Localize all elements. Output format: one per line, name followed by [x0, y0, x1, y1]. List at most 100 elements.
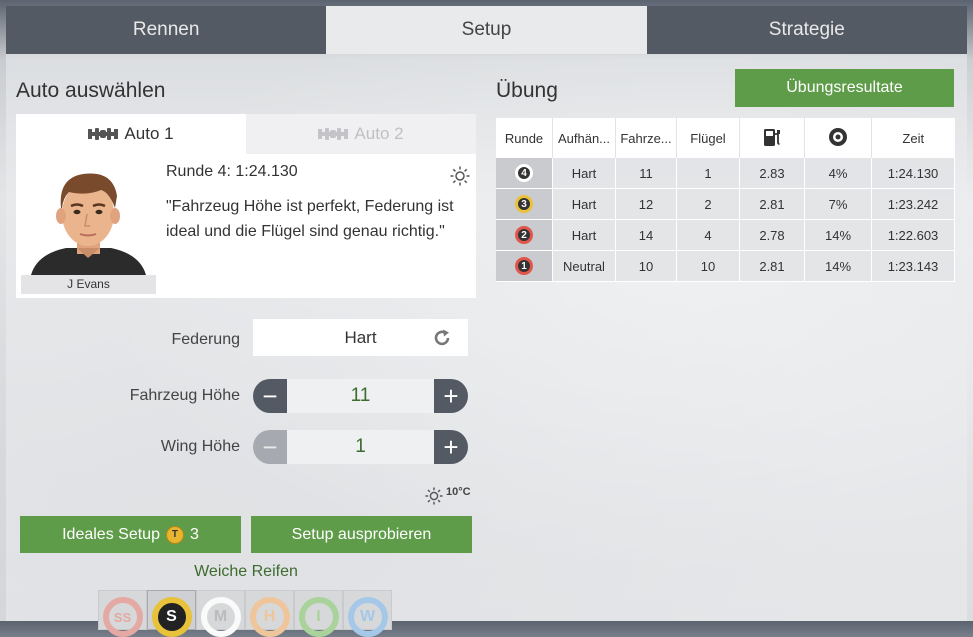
car-tab-label: Auto 1 — [124, 124, 174, 143]
suspension-cell: Hart — [552, 188, 616, 220]
ride-height-stepper: − 11 + — [253, 379, 468, 413]
fuel-cell: 2.83 — [739, 158, 805, 189]
tyre-i-button[interactable]: I — [294, 590, 343, 637]
tyre-s-icon: S — [151, 597, 192, 637]
wear-cell: 7% — [804, 188, 872, 220]
table-row: 1 Neutral 10 10 2.81 14% 1:23.143 — [496, 250, 955, 282]
wing-height-minus-button[interactable]: − — [253, 430, 287, 464]
tyre-h-button[interactable]: H — [245, 590, 294, 637]
sun-icon — [425, 487, 443, 505]
weather-indicator: 10°C — [425, 486, 471, 505]
tyre-s-button[interactable]: S — [147, 590, 196, 637]
token-icon: T — [165, 525, 184, 544]
lap-badge: 2 — [515, 226, 533, 244]
wing-height-stepper: − 1 + — [253, 430, 468, 464]
tab-car-1[interactable]: Auto 1 — [16, 114, 246, 154]
ride-height-value: 11 — [287, 379, 434, 413]
lap-badge: 3 — [515, 195, 533, 213]
wing-cell: 2 — [676, 188, 740, 220]
lap-badge: 4 — [515, 164, 533, 182]
time-cell: 1:24.130 — [871, 158, 955, 189]
table-row: 4 Hart 11 1 2.83 4% 1:24.130 — [496, 158, 955, 189]
driver-avatar — [21, 162, 156, 275]
col-ride-height: Fahrze... — [615, 118, 677, 158]
tyre-wear-icon — [829, 127, 847, 146]
ride-height-minus-button[interactable]: − — [253, 379, 287, 413]
wear-cell: 14% — [804, 219, 872, 251]
wing-height-label: Wing Höhe — [160, 438, 240, 455]
suspension-cell: Hart — [552, 158, 616, 189]
ideal-setup-button[interactable]: Ideales Setup T 3 — [20, 516, 241, 553]
tyre-w-button[interactable]: W — [343, 590, 392, 637]
fuel-cell: 2.81 — [739, 250, 805, 282]
ride-height-label: Fahrzeug Höhe — [129, 387, 240, 404]
table-row: 2 Hart 14 4 2.78 14% 1:22.603 — [496, 219, 955, 251]
tyre-m-icon: M — [200, 597, 241, 637]
suspension-label: Federung — [171, 331, 241, 348]
lap-cell: 2 — [496, 219, 553, 251]
ride-height-cell: 14 — [615, 219, 677, 251]
sun-icon — [450, 166, 470, 186]
wing-cell: 4 — [676, 219, 740, 251]
top-tabs: Rennen Setup Strategie — [6, 6, 967, 54]
tyre-w-icon: W — [347, 597, 388, 637]
lap-cell: 1 — [496, 250, 553, 282]
time-cell: 1:22.603 — [871, 219, 955, 251]
suspension-cell: Hart — [552, 219, 616, 251]
col-fuel — [739, 118, 805, 158]
ideal-setup-label: Ideales Setup — [62, 525, 160, 543]
ride-height-plus-button[interactable]: + — [434, 379, 468, 413]
car-tabs: Auto 1 Auto 2 — [16, 114, 476, 154]
tab-setup[interactable]: Setup — [326, 6, 647, 54]
tab-strategie[interactable]: Strategie — [646, 6, 967, 54]
tyre-label: Weiche Reifen — [194, 563, 298, 580]
suspension-selector[interactable]: Hart — [253, 319, 468, 356]
col-time: Zeit — [871, 118, 955, 158]
table-row: 3 Hart 12 2 2.81 7% 1:23.242 — [496, 188, 955, 220]
wing-height-value: 1 — [287, 430, 434, 464]
driver-name: J Evans — [21, 275, 156, 294]
ride-height-cell: 11 — [615, 158, 677, 189]
ideal-setup-cost: 3 — [189, 525, 199, 543]
wing-height-plus-button[interactable]: + — [434, 430, 468, 464]
driver-card: J Evans Runde 4: 1:24.130 "Fahrzeug Höhe… — [16, 154, 476, 298]
suspension-cell: Neutral — [552, 250, 616, 282]
time-cell: 1:23.143 — [871, 250, 955, 282]
lap-cell: 4 — [496, 158, 553, 189]
ride-height-cell: 12 — [615, 188, 677, 220]
car-tab-label: Auto 2 — [354, 124, 404, 143]
car-icon — [318, 128, 349, 140]
fuel-icon — [764, 128, 780, 146]
practice-results-button[interactable]: Übungsresultate — [735, 69, 954, 107]
practice-heading: Übung — [496, 79, 558, 102]
fuel-cell: 2.81 — [739, 188, 805, 220]
driver-lap-info: Runde 4: 1:24.130 — [166, 163, 298, 180]
col-wing: Flügel — [676, 118, 740, 158]
tyre-ss-icon: SS — [102, 597, 143, 637]
suspension-value: Hart — [344, 327, 377, 347]
cycle-icon[interactable] — [432, 328, 452, 348]
try-setup-button[interactable]: Setup ausprobieren — [251, 516, 472, 553]
tyre-i-icon: I — [298, 597, 339, 637]
wear-cell: 4% — [804, 158, 872, 189]
tab-car-2[interactable]: Auto 2 — [246, 114, 476, 154]
col-lap: Runde — [496, 118, 553, 158]
fuel-cell: 2.78 — [739, 219, 805, 251]
tyre-selector: SS S M H I W — [98, 590, 392, 637]
col-tyre-wear — [804, 118, 872, 158]
car-icon — [88, 128, 119, 140]
tyre-h-icon: H — [249, 597, 290, 637]
select-car-heading: Auto auswählen — [16, 79, 166, 102]
wing-cell: 10 — [676, 250, 740, 282]
col-suspension: Aufhän... — [552, 118, 616, 158]
temperature: 10°C — [446, 486, 471, 498]
wear-cell: 14% — [804, 250, 872, 282]
lap-badge: 1 — [515, 257, 533, 275]
lap-cell: 3 — [496, 188, 553, 220]
wing-cell: 1 — [676, 158, 740, 189]
ride-height-cell: 10 — [615, 250, 677, 282]
practice-table: Runde Aufhän... Fahrze... Flügel Zeit 4 … — [496, 118, 955, 282]
tab-rennen[interactable]: Rennen — [6, 6, 327, 54]
tyre-m-button[interactable]: M — [196, 590, 245, 637]
tyre-ss-button[interactable]: SS — [98, 590, 147, 637]
